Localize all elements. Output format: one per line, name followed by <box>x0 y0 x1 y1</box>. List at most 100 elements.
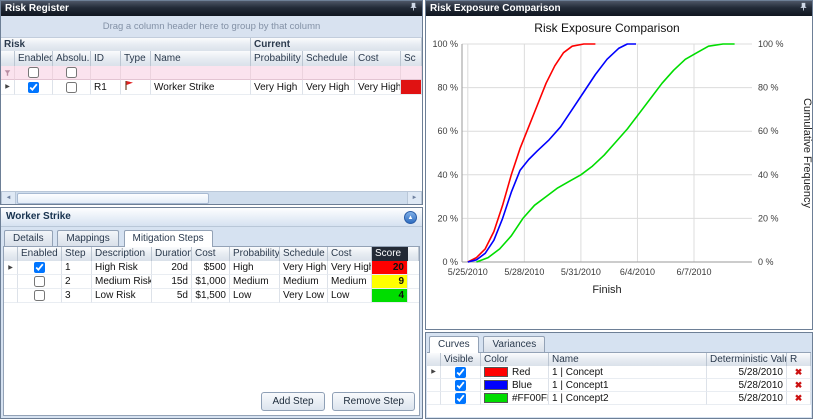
col-type[interactable]: Type <box>121 51 151 66</box>
schedule-cell[interactable]: Very Low <box>280 289 328 303</box>
row-selector[interactable]: ▶ <box>427 366 441 379</box>
curve-name-cell[interactable]: 1 | Concept1 <box>549 379 707 392</box>
deterministic-value-cell[interactable]: 5/28/2010 <box>707 392 787 405</box>
curve-name-cell[interactable]: 1 | Concept2 <box>549 392 707 405</box>
col-schedule[interactable]: Schedule <box>303 51 355 66</box>
curve-row-green[interactable]: #FF00FF00 1 | Concept2 5/28/2010 ✖ <box>427 392 811 405</box>
curve-name-cell[interactable]: 1 | Concept <box>549 366 707 379</box>
step-cell[interactable]: 2 <box>62 275 92 289</box>
scroll-right-button[interactable]: ► <box>407 192 422 204</box>
col-color[interactable]: Color <box>481 353 549 366</box>
register-horizontal-scrollbar[interactable]: ◄ ► <box>1 191 422 204</box>
cost2-cell[interactable]: Medium <box>328 275 372 289</box>
enabled-cell[interactable] <box>18 275 62 289</box>
visible-cell[interactable] <box>441 379 481 392</box>
step-enabled-checkbox[interactable] <box>34 262 45 273</box>
mitigation-row-1[interactable]: ▶ 1 High Risk 20d $500 High Very High Ve… <box>4 261 419 275</box>
pin-icon[interactable] <box>409 1 418 16</box>
row-selector[interactable] <box>427 379 441 392</box>
visible-checkbox[interactable] <box>455 380 466 391</box>
tab-curves[interactable]: Curves <box>429 336 479 353</box>
absolute-cell[interactable] <box>53 80 91 95</box>
curve-row-red[interactable]: ▶ Red 1 | Concept 5/28/2010 ✖ <box>427 366 811 379</box>
filter-absolute-cell[interactable] <box>53 66 91 80</box>
visible-checkbox[interactable] <box>455 367 466 378</box>
step-cell[interactable]: 1 <box>62 261 92 275</box>
band-current[interactable]: Current <box>251 38 422 51</box>
add-step-button[interactable]: Add Step <box>261 392 324 411</box>
register-row-r1[interactable]: ▶ R1 Worker Strike Very High Very High V… <box>1 80 422 95</box>
col-deterministic-value[interactable]: Deterministic Value <box>707 353 787 366</box>
type-cell[interactable] <box>121 80 151 95</box>
col-description[interactable]: Description <box>92 247 152 261</box>
probability-cell[interactable]: Low <box>230 289 280 303</box>
visible-cell[interactable] <box>441 392 481 405</box>
cost-cell[interactable]: $1,000 <box>192 275 230 289</box>
col-step[interactable]: Step <box>62 247 92 261</box>
color-cell[interactable]: #FF00FF00 <box>481 392 549 405</box>
visible-cell[interactable] <box>441 366 481 379</box>
col-schedule[interactable]: Schedule <box>280 247 328 261</box>
scroll-left-button[interactable]: ◄ <box>1 192 16 204</box>
description-cell[interactable]: Low Risk <box>92 289 152 303</box>
col-duration[interactable]: Duration <box>152 247 192 261</box>
color-cell[interactable]: Blue <box>481 379 549 392</box>
col-score[interactable]: Sc <box>401 51 422 66</box>
score-cell[interactable]: 9 <box>372 275 408 289</box>
tab-variances[interactable]: Variances <box>483 336 545 352</box>
delete-curve-icon[interactable]: ✖ <box>787 392 811 405</box>
scrollbar-thumb[interactable] <box>17 193 209 204</box>
description-cell[interactable]: High Risk <box>92 261 152 275</box>
enabled-cell[interactable] <box>18 261 62 275</box>
row-selector[interactable]: ▶ <box>4 261 18 275</box>
color-cell[interactable]: Red <box>481 366 549 379</box>
tab-mitigation-steps[interactable]: Mitigation Steps <box>124 230 213 247</box>
schedule-cell[interactable]: Very High <box>280 261 328 275</box>
filter-enabled-checkbox[interactable] <box>28 67 39 78</box>
cost-cell[interactable]: $1,500 <box>192 289 230 303</box>
col-probability[interactable]: Probability <box>251 51 303 66</box>
probability-cell[interactable]: Medium <box>230 275 280 289</box>
step-enabled-checkbox[interactable] <box>34 276 45 287</box>
visible-checkbox[interactable] <box>455 393 466 404</box>
filter-probability-cell[interactable] <box>251 66 303 80</box>
row-selector[interactable] <box>427 392 441 405</box>
group-by-hint[interactable]: Drag a column header here to group by th… <box>1 16 422 38</box>
id-cell[interactable]: R1 <box>91 80 121 95</box>
remove-step-button[interactable]: Remove Step <box>332 392 415 411</box>
score-cell[interactable]: 4 <box>372 289 408 303</box>
cost2-cell[interactable]: Low <box>328 289 372 303</box>
filter-enabled-cell[interactable] <box>15 66 53 80</box>
collapse-button[interactable]: ▲ <box>404 211 417 224</box>
col-probability[interactable]: Probability <box>230 247 280 261</box>
enabled-checkbox[interactable] <box>28 82 39 93</box>
absolute-checkbox[interactable] <box>66 82 77 93</box>
tab-mappings[interactable]: Mappings <box>57 230 118 246</box>
tab-details[interactable]: Details <box>4 230 53 246</box>
filter-score-cell[interactable] <box>401 66 422 80</box>
col-cost2[interactable]: Cost <box>328 247 372 261</box>
cost-cell[interactable]: Very High <box>355 80 401 95</box>
band-risk[interactable]: Risk <box>1 38 251 51</box>
col-name[interactable]: Name <box>549 353 707 366</box>
row-selector[interactable] <box>4 289 18 303</box>
filter-type-cell[interactable] <box>121 66 151 80</box>
duration-cell[interactable]: 5d <box>152 289 192 303</box>
delete-curve-icon[interactable]: ✖ <box>787 366 811 379</box>
filter-id-cell[interactable] <box>91 66 121 80</box>
mitigation-row-2[interactable]: 2 Medium Risk 15d $1,000 Medium Medium M… <box>4 275 419 289</box>
curve-row-blue[interactable]: Blue 1 | Concept1 5/28/2010 ✖ <box>427 379 811 392</box>
row-selector[interactable] <box>4 275 18 289</box>
row-selector[interactable]: ▶ <box>1 80 15 95</box>
filter-cost-cell[interactable] <box>355 66 401 80</box>
col-cost[interactable]: Cost <box>192 247 230 261</box>
probability-cell[interactable]: Very High <box>251 80 303 95</box>
filter-absolute-checkbox[interactable] <box>66 67 77 78</box>
schedule-cell[interactable]: Very High <box>303 80 355 95</box>
score-cell[interactable] <box>401 80 422 95</box>
col-score[interactable]: Score <box>372 247 408 261</box>
enabled-cell[interactable] <box>15 80 53 95</box>
step-enabled-checkbox[interactable] <box>34 290 45 301</box>
col-cost[interactable]: Cost <box>355 51 401 66</box>
filter-schedule-cell[interactable] <box>303 66 355 80</box>
